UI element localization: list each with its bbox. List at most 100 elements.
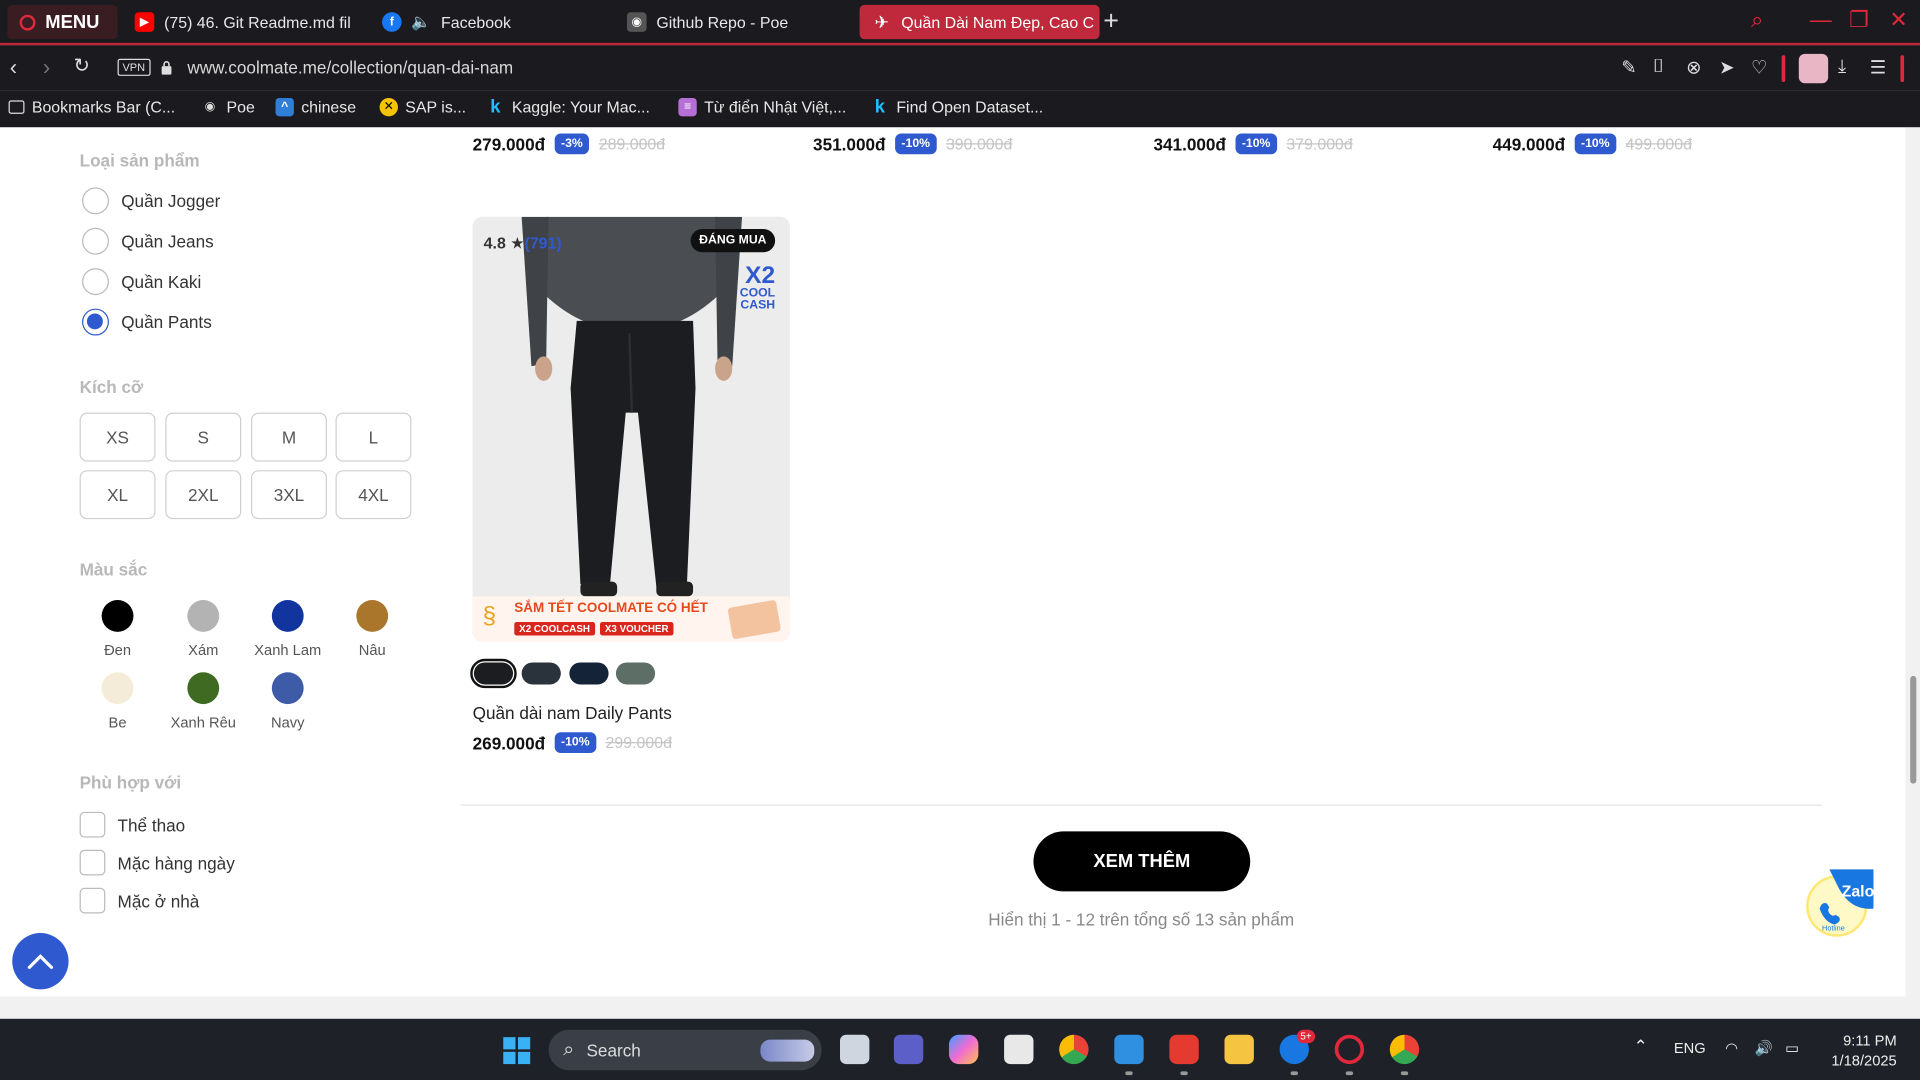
bookmark-chinese[interactable]: ^ chinese	[275, 97, 357, 117]
notification-badge: 5+	[1296, 1029, 1316, 1044]
size-s-button[interactable]: S	[165, 412, 242, 462]
size-xs-button[interactable]: XS	[79, 412, 156, 462]
bookmark-folder[interactable]: Bookmarks Bar (C...	[8, 98, 176, 116]
tab-poe[interactable]: ◉ Github Repo - Poe	[615, 5, 857, 39]
url-field[interactable]: www.coolmate.me/collection/quan-dai-nam	[187, 58, 513, 78]
send-icon[interactable]: ➤	[1719, 56, 1734, 79]
teams-icon[interactable]	[893, 1034, 924, 1065]
adblock-icon[interactable]: ⊗	[1686, 56, 1701, 79]
size-l-button[interactable]: L	[335, 412, 412, 462]
language-indicator[interactable]: ENG	[1674, 1040, 1706, 1057]
filter-type-jogger[interactable]: Quần Jogger	[82, 187, 220, 215]
windows-start-icon[interactable]	[503, 1037, 531, 1065]
restore-icon[interactable]: ❐	[1849, 7, 1869, 33]
color-be[interactable]: Be	[69, 672, 167, 731]
zalo-hotline-widget[interactable]: Zalo Hotline	[1802, 862, 1875, 938]
tab-coolmate-active[interactable]: ✈ Quần Dài Nam Đẹp, Cao C	[859, 4, 1100, 40]
wps-office-icon[interactable]	[1169, 1034, 1199, 1065]
easy-setup-icon[interactable]: ☰	[1870, 56, 1886, 79]
heart-icon[interactable]: ♡	[1751, 56, 1767, 79]
product-name[interactable]: Quần dài nam Daily Pants	[473, 703, 672, 723]
color-swatch[interactable]	[271, 672, 304, 705]
size-xl-button[interactable]: XL	[79, 470, 156, 520]
chrome-icon[interactable]	[1059, 1034, 1089, 1065]
color-swatch[interactable]	[356, 600, 389, 632]
search-tabs-icon[interactable]: ⌕	[1751, 7, 1763, 33]
color-xanh-reu[interactable]: Xanh Rêu	[154, 672, 252, 731]
copilot-icon[interactable]	[948, 1034, 979, 1065]
opera-icon[interactable]	[1334, 1034, 1365, 1065]
chrome-profile-icon[interactable]	[1389, 1034, 1420, 1065]
bookmark-sap[interactable]: ✕ SAP is...	[379, 97, 466, 117]
load-more-button[interactable]: XEM THÊM	[1033, 831, 1251, 892]
filter-type-pants[interactable]: Quần Pants	[82, 308, 212, 336]
svg-text:Hotline: Hotline	[1822, 924, 1845, 933]
filter-type-jeans[interactable]: Quần Jeans	[82, 227, 214, 255]
color-swatch[interactable]	[187, 600, 220, 632]
profile-avatar[interactable]	[1798, 53, 1829, 84]
radio-button[interactable]	[82, 268, 109, 296]
checkbox[interactable]	[79, 849, 106, 876]
variant-swatch[interactable]	[521, 662, 561, 685]
gallery-icon[interactable]	[1004, 1034, 1034, 1065]
color-xanh-lam[interactable]: Xanh Lam	[239, 600, 337, 659]
svg-text:Zalo: Zalo	[1842, 883, 1875, 900]
color-swatch[interactable]	[101, 600, 134, 632]
download-icon[interactable]: ⤓	[1838, 56, 1846, 77]
scrollbar-thumb[interactable]	[1910, 675, 1917, 784]
forward-icon[interactable]: ›	[43, 56, 50, 78]
size-4xl-button[interactable]: 4XL	[335, 470, 412, 520]
close-icon[interactable]: ✕	[1889, 7, 1907, 33]
bookmark-datasets[interactable]: k Find Open Dataset...	[871, 97, 1044, 118]
chevron-up-icon[interactable]: ⌃	[1633, 1036, 1647, 1057]
bookmark-poe[interactable]: ◉ Poe	[201, 98, 255, 116]
bookmark-kaggle[interactable]: k Kaggle: Your Mac...	[486, 97, 650, 118]
color-xam[interactable]: Xám	[154, 600, 252, 659]
battery-icon[interactable]: ▭	[1785, 1040, 1799, 1057]
volume-icon[interactable]: 🔊	[1755, 1040, 1773, 1057]
new-tab-button[interactable]: +	[1103, 7, 1119, 34]
scroll-to-top-button[interactable]	[12, 933, 69, 990]
wifi-icon[interactable]: ◠	[1725, 1040, 1738, 1057]
opera-menu-button[interactable]: MENU	[7, 4, 118, 40]
color-swatch[interactable]	[271, 600, 304, 632]
color-den[interactable]: Đen	[69, 600, 167, 659]
system-clock[interactable]: 9:11 PM 1/18/2025	[1818, 1031, 1896, 1070]
filter-type-kaki[interactable]: Quần Kaki	[82, 268, 201, 296]
color-navy[interactable]: Navy	[239, 672, 337, 731]
minimize-icon[interactable]: —	[1810, 7, 1832, 33]
radio-button[interactable]	[82, 227, 109, 255]
lock-icon[interactable]	[160, 60, 172, 75]
bookmark-dictionary[interactable]: ≡ Từ điển Nhật Việt,...	[678, 97, 846, 117]
radio-button[interactable]	[82, 187, 109, 215]
edit-icon[interactable]: ✎	[1621, 56, 1636, 79]
size-3xl-button[interactable]: 3XL	[251, 470, 327, 520]
color-swatch[interactable]	[101, 672, 134, 705]
reload-icon[interactable]: ↻	[73, 56, 89, 78]
task-view-icon[interactable]	[840, 1034, 870, 1065]
variant-swatch[interactable]	[615, 662, 656, 685]
back-icon[interactable]: ‹	[10, 56, 17, 78]
color-nau[interactable]: Nâu	[323, 600, 421, 659]
product-card-image[interactable]: 4.8 ★(791) ĐÁNG MUA X2 COOL CASH § SẮM T…	[472, 216, 790, 642]
vpn-badge[interactable]: VPN	[117, 58, 151, 76]
tab-youtube[interactable]: ▶ (75) 46. Git Readme.md fil	[122, 5, 369, 39]
price: 341.000đ	[1153, 134, 1226, 154]
fit-mac-hang-ngay[interactable]: Mặc hàng ngày	[79, 849, 235, 876]
color-swatch[interactable]	[187, 672, 220, 705]
notepad-icon[interactable]	[1114, 1034, 1144, 1065]
discount-badge: -10%	[554, 732, 596, 754]
bookmark-label: chinese	[301, 97, 357, 117]
taskbar-search[interactable]: ⌕ Search	[548, 1029, 822, 1071]
tab-facebook[interactable]: f 🔈 Facebook	[370, 5, 615, 39]
file-explorer-icon[interactable]	[1224, 1034, 1254, 1065]
variant-swatch-selected[interactable]	[470, 658, 517, 689]
size-2xl-button[interactable]: 2XL	[165, 470, 242, 520]
radio-button-selected[interactable]	[82, 308, 109, 336]
fit-the-thao[interactable]: Thể thao	[79, 811, 185, 838]
checkbox[interactable]	[79, 811, 106, 838]
size-m-button[interactable]: M	[251, 412, 327, 462]
camera-icon[interactable]: ⌷	[1653, 56, 1664, 77]
page-scrollbar[interactable]	[1905, 127, 1920, 1019]
variant-swatch[interactable]	[569, 662, 609, 685]
